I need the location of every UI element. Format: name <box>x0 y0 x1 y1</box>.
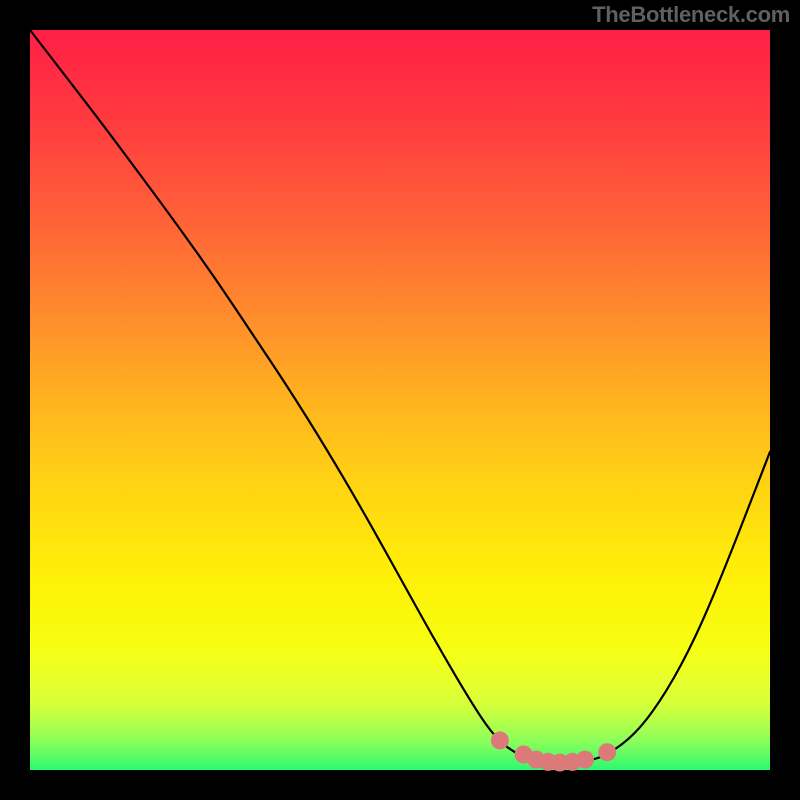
attribution-text: TheBottleneck.com <box>592 2 790 28</box>
minimum-marker <box>491 731 509 749</box>
minimum-marker <box>576 751 594 769</box>
chart-svg <box>0 0 800 800</box>
bottleneck-chart <box>0 0 800 800</box>
minimum-marker <box>598 743 616 761</box>
plot-bottom-tint <box>30 607 770 770</box>
